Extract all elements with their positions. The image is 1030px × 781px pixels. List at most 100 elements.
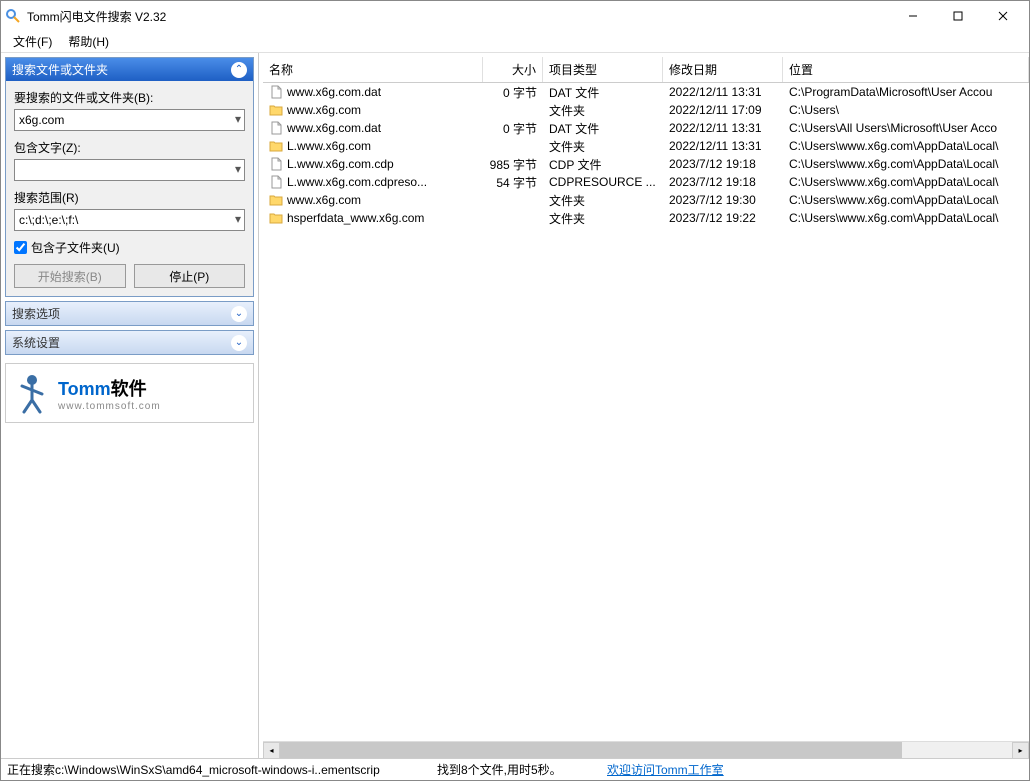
folder-icon <box>269 103 283 117</box>
menu-help[interactable]: 帮助(H) <box>60 31 117 52</box>
settings-panel: 系统设置 ⌄ <box>5 330 254 355</box>
table-row[interactable]: www.x6g.com 文件夹2023/7/12 19:30C:\Users\ww… <box>263 191 1029 209</box>
cell-location: C:\Users\www.x6g.com\AppData\Local\ <box>783 138 1029 154</box>
chevron-down-icon: ⌄ <box>231 306 247 322</box>
scroll-right-button[interactable]: ▸ <box>1012 742 1029 758</box>
cell-date: 2023/7/12 19:22 <box>663 210 783 226</box>
cell-type: 文件夹 <box>543 191 663 210</box>
cell-location: C:\Users\All Users\Microsoft\User Acco <box>783 120 1029 136</box>
scroll-thumb[interactable] <box>280 742 902 758</box>
cell-date: 2023/7/12 19:18 <box>663 156 783 172</box>
cell-type: 文件夹 <box>543 137 663 156</box>
cell-date: 2022/12/11 13:31 <box>663 84 783 100</box>
col-size[interactable]: 大小 <box>483 57 543 82</box>
cell-name: L.www.x6g.com.cdpreso... <box>263 174 483 190</box>
cell-location: C:\ProgramData\Microsoft\User Accou <box>783 84 1029 100</box>
status-found: 找到8个文件,用时5秒。 <box>431 759 601 780</box>
start-search-button[interactable]: 开始搜索(B) <box>14 264 126 288</box>
logo-url: www.tommsoft.com <box>58 401 161 412</box>
close-button[interactable] <box>980 2 1025 30</box>
table-row[interactable]: www.x6g.com.dat0 字节DAT 文件2022/12/11 13:3… <box>263 83 1029 101</box>
contains-input[interactable] <box>14 159 245 181</box>
logo-box: Tomm软件 www.tommsoft.com <box>5 363 254 423</box>
cell-name: www.x6g.com <box>263 192 483 208</box>
list-header: 名称 大小 项目类型 修改日期 位置 <box>263 57 1029 83</box>
col-type[interactable]: 项目类型 <box>543 57 663 82</box>
titlebar: Tomm闪电文件搜索 V2.32 <box>1 1 1029 31</box>
search-panel-header[interactable]: 搜索文件或文件夹 ⌃ <box>6 58 253 81</box>
subfolders-label: 包含子文件夹(U) <box>31 239 120 256</box>
target-input[interactable] <box>14 109 245 131</box>
cell-date: 2022/12/11 13:31 <box>663 120 783 136</box>
scope-input[interactable] <box>14 209 245 231</box>
cell-name: www.x6g.com <box>263 102 483 118</box>
file-icon <box>269 85 283 99</box>
search-panel-body: 要搜索的文件或文件夹(B): 包含文字(Z): 搜索范围(R) 包含子文件夹(U… <box>6 81 253 296</box>
table-row[interactable]: www.x6g.com.dat0 字节DAT 文件2022/12/11 13:3… <box>263 119 1029 137</box>
folder-icon <box>269 193 283 207</box>
search-panel: 搜索文件或文件夹 ⌃ 要搜索的文件或文件夹(B): 包含文字(Z): 搜索范围(… <box>5 57 254 297</box>
cell-type: DAT 文件 <box>543 83 663 102</box>
cell-location: C:\Users\www.x6g.com\AppData\Local\ <box>783 174 1029 190</box>
cell-name: www.x6g.com.dat <box>263 84 483 100</box>
cell-size <box>483 145 543 147</box>
options-panel: 搜索选项 ⌄ <box>5 301 254 326</box>
chevron-down-icon: ⌄ <box>231 335 247 351</box>
col-date[interactable]: 修改日期 <box>663 57 783 82</box>
cell-type: DAT 文件 <box>543 119 663 138</box>
cell-location: C:\Users\www.x6g.com\AppData\Local\ <box>783 156 1029 172</box>
logo-figure-icon <box>14 372 50 414</box>
subfolders-checkbox[interactable] <box>14 241 27 254</box>
cell-name: L.www.x6g.com.cdp <box>263 156 483 172</box>
table-row[interactable]: L.www.x6g.com.cdp985 字节CDP 文件2023/7/12 1… <box>263 155 1029 173</box>
list-body[interactable]: www.x6g.com.dat0 字节DAT 文件2022/12/11 13:3… <box>263 83 1029 741</box>
settings-panel-header[interactable]: 系统设置 ⌄ <box>6 331 253 354</box>
stop-button[interactable]: 停止(P) <box>134 264 246 288</box>
chevron-up-icon: ⌃ <box>231 62 247 78</box>
status-link[interactable]: 欢迎访问Tomm工作室 <box>607 763 724 777</box>
menu-file[interactable]: 文件(F) <box>5 31 60 52</box>
app-icon <box>5 8 21 24</box>
settings-panel-title: 系统设置 <box>12 334 60 351</box>
file-icon <box>269 157 283 171</box>
cell-type: CDP 文件 <box>543 155 663 174</box>
status-searching: 正在搜索c:\Windows\WinSxS\amd64_microsoft-wi… <box>1 759 431 780</box>
cell-location: C:\Users\www.x6g.com\AppData\Local\ <box>783 210 1029 226</box>
minimize-button[interactable] <box>890 2 935 30</box>
search-panel-title: 搜索文件或文件夹 <box>12 61 108 78</box>
scope-label: 搜索范围(R) <box>14 189 245 206</box>
table-row[interactable]: hsperfdata_www.x6g.com文件夹2023/7/12 19:22… <box>263 209 1029 227</box>
file-icon <box>269 121 283 135</box>
statusbar: 正在搜索c:\Windows\WinSxS\amd64_microsoft-wi… <box>1 758 1029 780</box>
cell-name: L.www.x6g.com <box>263 138 483 154</box>
cell-type: 文件夹 <box>543 101 663 120</box>
logo-brand: Tomm软件 <box>58 375 161 401</box>
table-row[interactable]: www.x6g.com 文件夹2022/12/11 17:09C:\Users\ <box>263 101 1029 119</box>
table-row[interactable]: L.www.x6g.com 文件夹2022/12/11 13:31C:\Users… <box>263 137 1029 155</box>
cell-size: 0 字节 <box>483 83 543 102</box>
horizontal-scrollbar[interactable]: ◂ ▸ <box>263 741 1029 758</box>
scroll-left-button[interactable]: ◂ <box>263 742 280 758</box>
options-panel-header[interactable]: 搜索选项 ⌄ <box>6 302 253 325</box>
cell-name: hsperfdata_www.x6g.com <box>263 210 483 226</box>
file-icon <box>269 175 283 189</box>
cell-location: C:\Users\ <box>783 102 1029 118</box>
cell-type: CDPRESOURCE ... <box>543 174 663 190</box>
col-name[interactable]: 名称 <box>263 57 483 82</box>
folder-icon <box>269 211 283 225</box>
app-window: Tomm闪电文件搜索 V2.32 文件(F) 帮助(H) 搜索文件或文件夹 ⌃ … <box>0 0 1030 781</box>
cell-date: 2023/7/12 19:30 <box>663 192 783 208</box>
scroll-track[interactable] <box>280 742 1012 758</box>
cell-size: 0 字节 <box>483 119 543 138</box>
cell-date: 2022/12/11 13:31 <box>663 138 783 154</box>
table-row[interactable]: L.www.x6g.com.cdpreso...54 字节CDPRESOURCE… <box>263 173 1029 191</box>
content-area: 搜索文件或文件夹 ⌃ 要搜索的文件或文件夹(B): 包含文字(Z): 搜索范围(… <box>1 53 1029 758</box>
cell-location: C:\Users\www.x6g.com\AppData\Local\ <box>783 192 1029 208</box>
maximize-button[interactable] <box>935 2 980 30</box>
cell-date: 2022/12/11 17:09 <box>663 102 783 118</box>
col-location[interactable]: 位置 <box>783 57 1029 82</box>
contains-label: 包含文字(Z): <box>14 139 245 156</box>
sidebar: 搜索文件或文件夹 ⌃ 要搜索的文件或文件夹(B): 包含文字(Z): 搜索范围(… <box>1 53 259 758</box>
target-label: 要搜索的文件或文件夹(B): <box>14 89 245 106</box>
menubar: 文件(F) 帮助(H) <box>1 31 1029 53</box>
